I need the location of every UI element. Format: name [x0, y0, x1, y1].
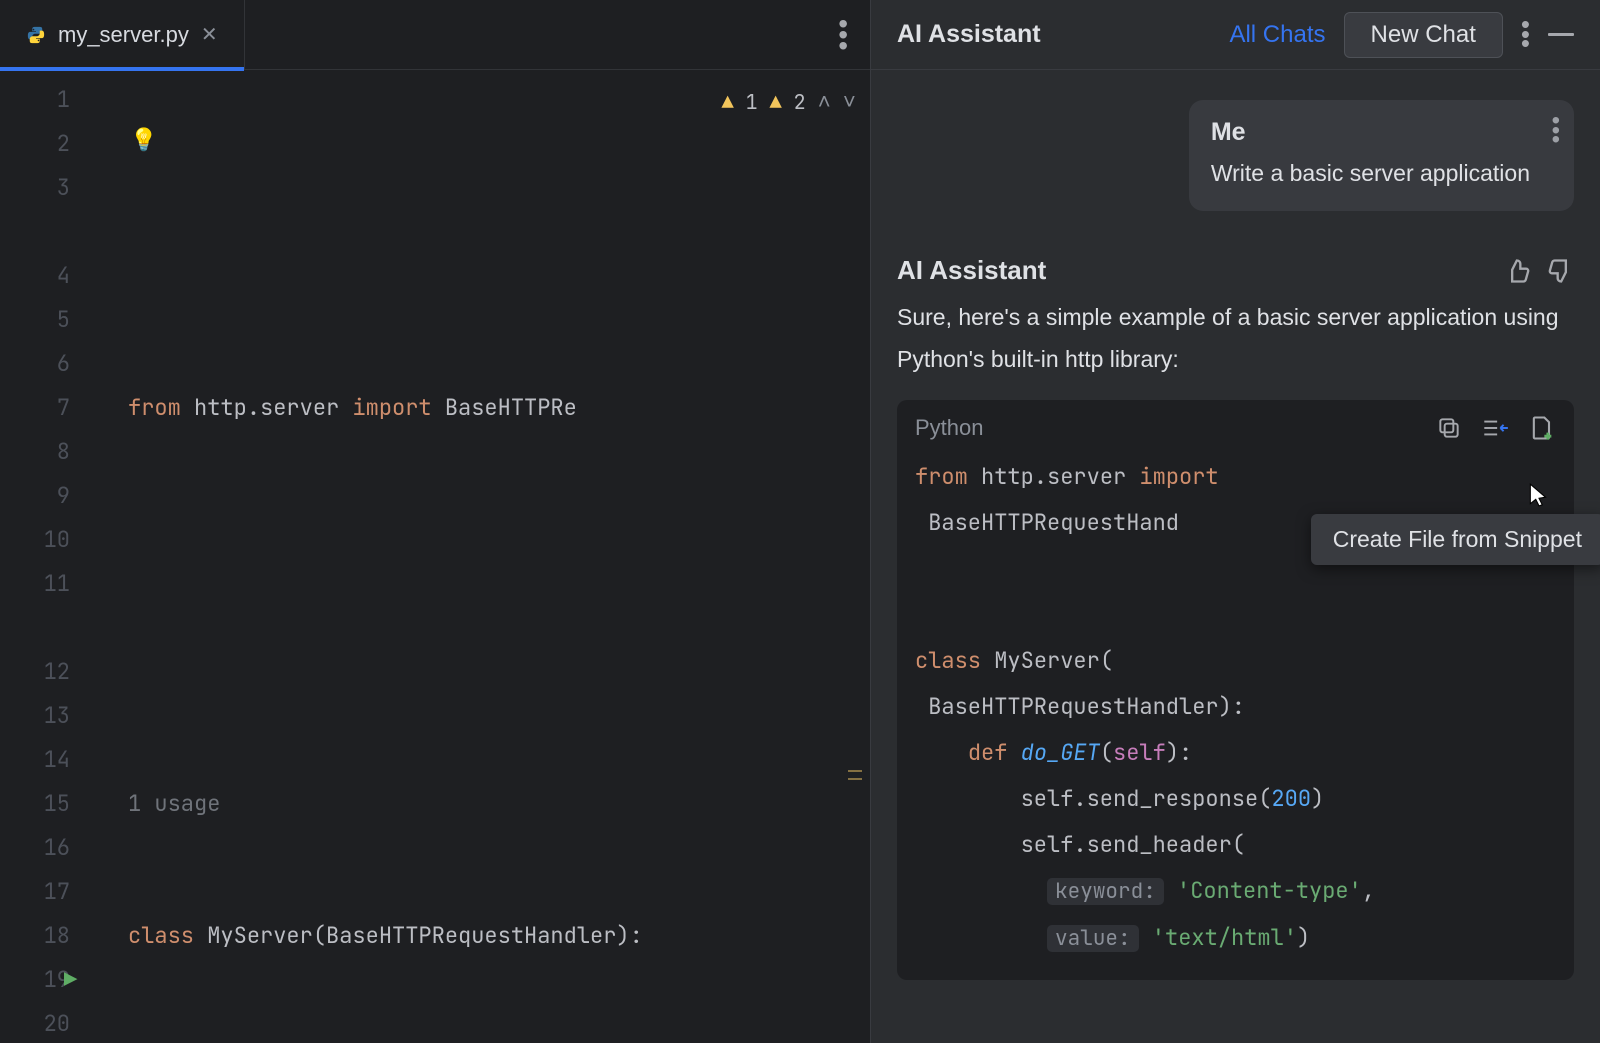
chevron-up-icon[interactable]: ˄ — [818, 80, 831, 124]
ai-message: AI Assistant Sure, here's a simple examp… — [897, 255, 1574, 980]
warning-icon: ▲ — [770, 80, 782, 124]
inspections-indicator[interactable]: ▲1 ▲2 ˄ ˅ — [722, 80, 856, 124]
thumbs-down-icon[interactable] — [1546, 257, 1574, 285]
editor-tab-bar: my_server.py ✕ ••• — [0, 0, 870, 70]
code-snippet-card: Python from http.server import BaseHTTPR… — [897, 400, 1574, 980]
usage-hint[interactable]: 1 usage — [128, 782, 870, 826]
line-number-gutter: 123 4567 891011 12131415 161718 ▶19 20 — [0, 70, 110, 1043]
editor-pane: my_server.py ✕ ••• 123 4567 891011 12131… — [0, 0, 870, 1043]
panel-menu-button[interactable]: ••• — [1521, 20, 1530, 50]
tab-my-server[interactable]: my_server.py ✕ — [0, 0, 245, 70]
chat-header: AI Assistant All Chats New Chat ••• — [871, 0, 1600, 70]
tab-filename: my_server.py — [58, 22, 189, 48]
minimize-icon[interactable] — [1548, 33, 1574, 36]
snippet-language-label: Python — [915, 415, 984, 441]
code-editor[interactable]: 123 4567 891011 12131415 161718 ▶19 20 ▲… — [0, 70, 870, 1043]
all-chats-link[interactable]: All Chats — [1229, 21, 1325, 49]
close-icon[interactable]: ✕ — [201, 22, 218, 47]
code-content[interactable]: ▲1 ▲2 ˄ ˅ 💡 from http.server import Base… — [110, 70, 870, 1043]
python-file-icon — [26, 25, 46, 45]
user-message-text: Write a basic server application — [1211, 153, 1530, 193]
lightbulb-icon[interactable]: 💡 — [130, 118, 157, 162]
copy-snippet-button[interactable] — [1436, 415, 1462, 441]
tab-bar-menu-button[interactable]: ••• — [838, 18, 870, 52]
ai-message-text: Sure, here's a simple example of a basic… — [897, 296, 1574, 380]
chevron-down-icon[interactable]: ˅ — [843, 80, 856, 124]
chat-body: ••• Me Write a basic server application … — [871, 70, 1600, 1043]
insert-snippet-button[interactable] — [1480, 415, 1510, 441]
kebab-icon: ••• — [838, 18, 848, 52]
cursor-icon — [1526, 482, 1552, 508]
message-menu-button[interactable]: ••• — [1552, 116, 1560, 145]
run-gutter-icon[interactable]: ▶ — [64, 958, 77, 1002]
user-label: Me — [1211, 118, 1530, 147]
user-message-bubble: ••• Me Write a basic server application — [1189, 100, 1574, 211]
ai-assistant-panel: AI Assistant All Chats New Chat ••• ••• … — [870, 0, 1600, 1043]
warning-icon: ▲ — [722, 80, 734, 124]
thumbs-up-icon[interactable] — [1504, 257, 1532, 285]
create-file-from-snippet-button[interactable] — [1528, 414, 1556, 442]
ai-label: AI Assistant — [897, 255, 1046, 286]
panel-title: AI Assistant — [897, 20, 1041, 49]
warning-marker[interactable] — [848, 778, 862, 780]
tooltip: Create File from Snippet — [1311, 514, 1600, 565]
warning-marker[interactable] — [848, 770, 862, 772]
new-chat-button[interactable]: New Chat — [1344, 12, 1503, 58]
